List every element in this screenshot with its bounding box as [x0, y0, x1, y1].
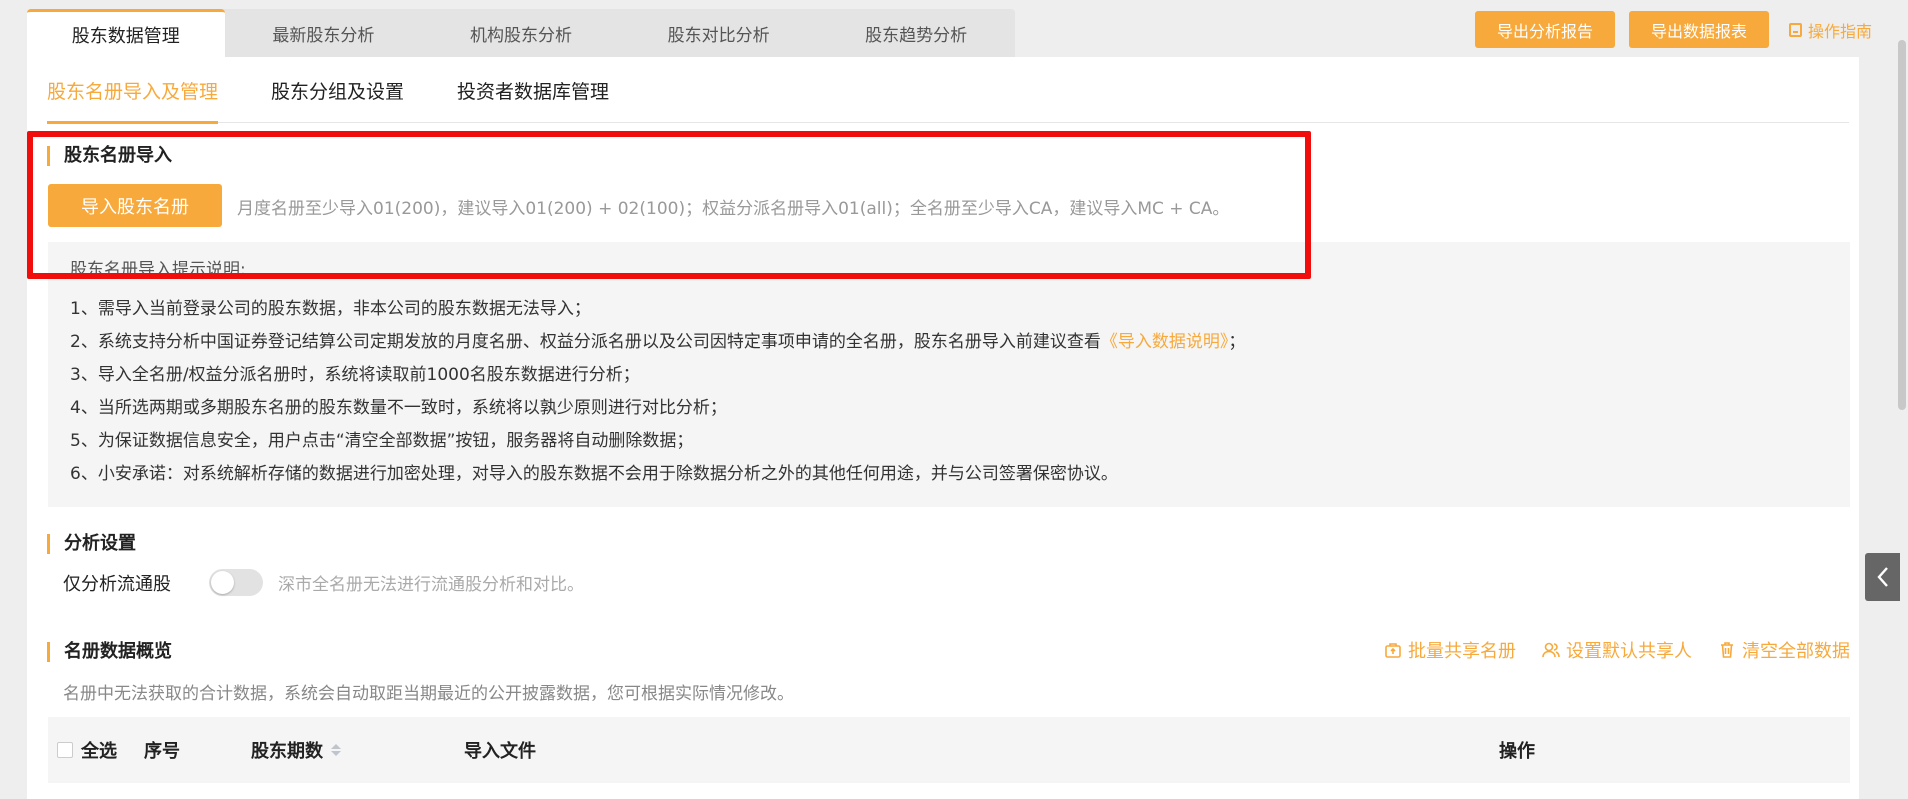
import-register-button[interactable]: 导入股东名册 — [48, 184, 222, 227]
register-table-header: 全选 序号 股东期数 导入文件 操作 — [48, 717, 1850, 783]
periods-header-label: 股东期数 — [251, 741, 323, 762]
batch-share-label: 批量共享名册 — [1408, 641, 1516, 662]
notes-title: 股东名册导入提示说明: — [70, 260, 246, 280]
set-default-sharer-button[interactable]: 设置默认共享人 — [1542, 637, 1692, 663]
note-line-text: ； — [1228, 332, 1246, 352]
actions-header: 操作 — [1499, 741, 1535, 762]
circulating-shares-label: 仅分析流通股 — [63, 573, 171, 595]
select-all-checkbox[interactable] — [57, 742, 73, 758]
top-actions: 导出分析报告 导出数据报表 操作指南 — [1474, 11, 1872, 48]
note-line: 1、需导入当前登录公司的股东数据，非本公司的股东数据无法导入； — [70, 299, 591, 319]
circulating-shares-setting: 仅分析流通股 深市全名册无法进行流通股分析和对比。 — [63, 569, 584, 596]
top-tab-bar: 股东数据管理 最新股东分析 机构股东分析 股东对比分析 股东趋势分析 — [27, 9, 1015, 57]
user-icon — [1542, 642, 1560, 658]
circulating-shares-hint: 深市全名册无法进行流通股分析和对比。 — [278, 575, 584, 595]
tab-shareholder-trend-analysis[interactable]: 股东趋势分析 — [817, 9, 1015, 57]
share-icon — [1385, 643, 1401, 658]
select-all-label: 全选 — [81, 741, 117, 762]
tab-institutional-shareholder-analysis[interactable]: 机构股东分析 — [422, 9, 620, 57]
subtab-investor-database[interactable]: 投资者数据库管理 — [457, 57, 609, 123]
select-all-header[interactable]: 全选 — [57, 717, 117, 783]
import-section-title: 股东名册导入 — [47, 146, 172, 166]
sort-icon[interactable] — [331, 744, 341, 756]
overview-section-title: 名册数据概览 — [47, 642, 172, 662]
operation-guide-link[interactable]: 操作指南 — [1788, 18, 1872, 42]
chevron-left-icon — [1876, 567, 1888, 587]
file-header: 导入文件 — [464, 741, 536, 762]
page-scrollbar[interactable] — [1898, 40, 1906, 410]
subtab-register-import-management[interactable]: 股东名册导入及管理 — [47, 57, 219, 124]
overview-hint: 名册中无法获取的合计数据，系统会自动取距当期最近的公开披露数据，您可根据实际情况… — [63, 684, 794, 704]
import-data-guide-link[interactable]: 《导入数据说明》 — [1101, 332, 1229, 352]
tab-shareholder-data-management[interactable]: 股东数据管理 — [27, 9, 225, 57]
tab-latest-shareholder-analysis[interactable]: 最新股东分析 — [225, 9, 423, 57]
export-data-report-button[interactable]: 导出数据报表 — [1628, 11, 1769, 48]
sub-tab-bar: 股东名册导入及管理 股东分组及设置 投资者数据库管理 — [47, 57, 1849, 124]
subtab-shareholder-grouping[interactable]: 股东分组及设置 — [271, 57, 404, 123]
import-hint: 月度名册至少导入01(200)，建议导入01(200) + 02(100)；权益… — [237, 199, 1230, 219]
clear-all-data-button[interactable]: 清空全部数据 — [1718, 637, 1850, 663]
main-card: 股东名册导入及管理 股东分组及设置 投资者数据库管理 股东名册导入 导入股东名册… — [27, 57, 1859, 799]
circulating-shares-toggle[interactable] — [209, 569, 263, 596]
import-notes-box: 股东名册导入提示说明: 1、需导入当前登录公司的股东数据，非本公司的股东数据无法… — [48, 242, 1850, 507]
periods-header[interactable]: 股东期数 — [251, 717, 341, 783]
tab-shareholder-comparison-analysis[interactable]: 股东对比分析 — [620, 9, 818, 57]
export-analysis-report-button[interactable]: 导出分析报告 — [1474, 11, 1615, 48]
book-icon — [1788, 22, 1802, 37]
note-line-text: 2、系统支持分析中国证券登记结算公司定期发放的月度名册、权益分派名册以及公司因特… — [70, 332, 1101, 352]
clear-all-data-label: 清空全部数据 — [1742, 641, 1850, 662]
note-line: 2、系统支持分析中国证券登记结算公司定期发放的月度名册、权益分派名册以及公司因特… — [70, 326, 1850, 359]
note-line: 3、导入全名册/权益分派名册时，系统将读取前1000名股东数据进行分析； — [70, 365, 640, 385]
set-default-sharer-label: 设置默认共享人 — [1566, 641, 1692, 662]
index-header: 序号 — [144, 741, 180, 762]
note-line: 6、小安承诺：对系统解析存储的数据进行加密处理，对导入的股东数据不会用于除数据分… — [70, 464, 1118, 484]
overview-actions: 批量共享名册 设置默认共享人 清空全部数据 — [1384, 637, 1850, 663]
note-line: 5、为保证数据信息安全，用户点击“清空全部数据”按钮，服务器将自动删除数据； — [70, 431, 694, 451]
analysis-settings-title: 分析设置 — [47, 534, 136, 554]
note-line: 4、当所选两期或多期股东名册的股东数量不一致时，系统将以孰少原则进行对比分析； — [70, 398, 727, 418]
collapse-panel-button[interactable] — [1865, 553, 1900, 601]
batch-share-register-button[interactable]: 批量共享名册 — [1384, 637, 1516, 663]
operation-guide-label: 操作指南 — [1807, 21, 1872, 41]
trash-icon — [1721, 642, 1733, 658]
